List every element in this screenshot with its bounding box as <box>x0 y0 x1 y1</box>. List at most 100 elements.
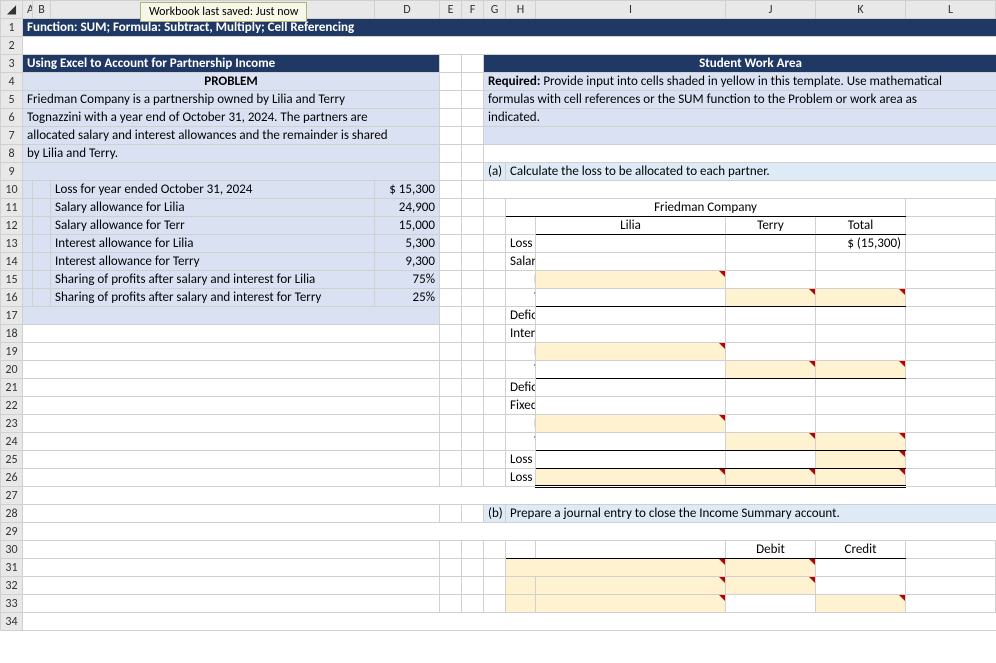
cell[interactable] <box>440 163 462 181</box>
cell[interactable] <box>23 199 33 217</box>
cell[interactable] <box>462 559 484 577</box>
cell[interactable] <box>726 325 816 343</box>
cell[interactable] <box>906 559 996 577</box>
input-lilia-salary[interactable] <box>536 271 726 289</box>
cell[interactable] <box>484 253 506 271</box>
row-header[interactable]: 4 <box>1 73 23 91</box>
cell[interactable] <box>462 55 484 73</box>
input-je-account-1[interactable] <box>506 559 726 577</box>
cell[interactable] <box>484 469 506 487</box>
row-header[interactable]: 31 <box>1 559 23 577</box>
col-F[interactable]: F <box>462 1 484 19</box>
cell[interactable] <box>536 235 726 253</box>
cell[interactable] <box>440 307 462 325</box>
cell[interactable] <box>536 289 726 307</box>
cell[interactable] <box>462 451 484 469</box>
input-salary-total[interactable] <box>816 289 906 307</box>
cell[interactable] <box>906 469 996 487</box>
row-header[interactable]: 19 <box>1 343 23 361</box>
input-terry-fixed[interactable] <box>726 433 816 451</box>
cell[interactable] <box>484 397 506 415</box>
cell[interactable] <box>23 505 440 523</box>
cell[interactable] <box>906 577 996 595</box>
cell[interactable] <box>440 469 462 487</box>
cell[interactable] <box>536 541 726 559</box>
cell[interactable] <box>462 109 484 127</box>
cell[interactable] <box>23 379 440 397</box>
cell[interactable] <box>33 199 51 217</box>
cell[interactable] <box>906 307 996 325</box>
cell[interactable] <box>440 541 462 559</box>
cell[interactable] <box>462 127 484 145</box>
cell[interactable] <box>23 397 440 415</box>
row-header[interactable]: 10 <box>1 181 23 199</box>
cell[interactable] <box>484 181 996 199</box>
cell[interactable] <box>726 235 816 253</box>
cell[interactable] <box>536 307 726 325</box>
row-header[interactable]: 3 <box>1 55 23 73</box>
cell[interactable] <box>484 307 506 325</box>
cell[interactable] <box>33 271 51 289</box>
col-G[interactable]: G <box>484 1 506 19</box>
cell[interactable] <box>816 379 906 397</box>
cell[interactable] <box>23 253 33 271</box>
cell[interactable] <box>484 289 506 307</box>
cell[interactable] <box>906 199 996 217</box>
cell[interactable] <box>816 577 906 595</box>
input-je-account-2[interactable] <box>536 577 726 595</box>
cell[interactable] <box>906 451 996 469</box>
cell[interactable] <box>440 433 462 451</box>
row-header[interactable]: 28 <box>1 505 23 523</box>
cell[interactable] <box>23 577 440 595</box>
cell[interactable] <box>440 91 462 109</box>
cell[interactable] <box>23 307 440 325</box>
cell[interactable] <box>33 235 51 253</box>
cell[interactable] <box>506 217 536 235</box>
cell[interactable] <box>906 217 996 235</box>
row-header[interactable]: 12 <box>1 217 23 235</box>
row-header[interactable]: 22 <box>1 397 23 415</box>
cell[interactable] <box>484 145 996 163</box>
cell[interactable] <box>506 541 536 559</box>
col-A[interactable]: A <box>23 1 33 19</box>
cell[interactable] <box>440 577 462 595</box>
select-all-corner[interactable]: ◢ <box>1 1 23 19</box>
cell[interactable] <box>906 343 996 361</box>
cell[interactable] <box>726 595 816 613</box>
row-header[interactable]: 5 <box>1 91 23 109</box>
cell[interactable] <box>23 37 996 55</box>
cell[interactable] <box>440 199 462 217</box>
cell[interactable] <box>440 397 462 415</box>
cell[interactable] <box>536 325 726 343</box>
cell[interactable] <box>726 397 816 415</box>
cell[interactable] <box>816 271 906 289</box>
cell[interactable] <box>23 433 440 451</box>
input-loss-lilia[interactable] <box>536 469 726 487</box>
cell[interactable] <box>462 343 484 361</box>
cell[interactable] <box>23 487 996 505</box>
cell[interactable] <box>440 595 462 613</box>
cell[interactable] <box>462 505 484 523</box>
row-header[interactable]: 18 <box>1 325 23 343</box>
cell[interactable] <box>484 127 996 145</box>
cell[interactable] <box>506 577 536 595</box>
cell[interactable] <box>484 343 506 361</box>
input-je-credit-3[interactable] <box>816 595 906 613</box>
cell[interactable] <box>484 577 506 595</box>
cell[interactable] <box>440 235 462 253</box>
cell[interactable] <box>906 595 996 613</box>
cell[interactable] <box>536 433 726 451</box>
cell[interactable] <box>440 217 462 235</box>
row-header[interactable]: 16 <box>1 289 23 307</box>
cell[interactable] <box>23 343 440 361</box>
cell[interactable] <box>726 415 816 433</box>
cell[interactable] <box>462 163 484 181</box>
input-fixed-total[interactable] <box>816 433 906 451</box>
cell[interactable] <box>462 181 484 199</box>
cell[interactable] <box>23 361 440 379</box>
col-B[interactable]: B <box>33 1 51 19</box>
cell[interactable] <box>906 253 996 271</box>
input-terry-interest[interactable] <box>726 361 816 379</box>
cell[interactable] <box>462 469 484 487</box>
input-je-debit-1[interactable] <box>726 559 816 577</box>
